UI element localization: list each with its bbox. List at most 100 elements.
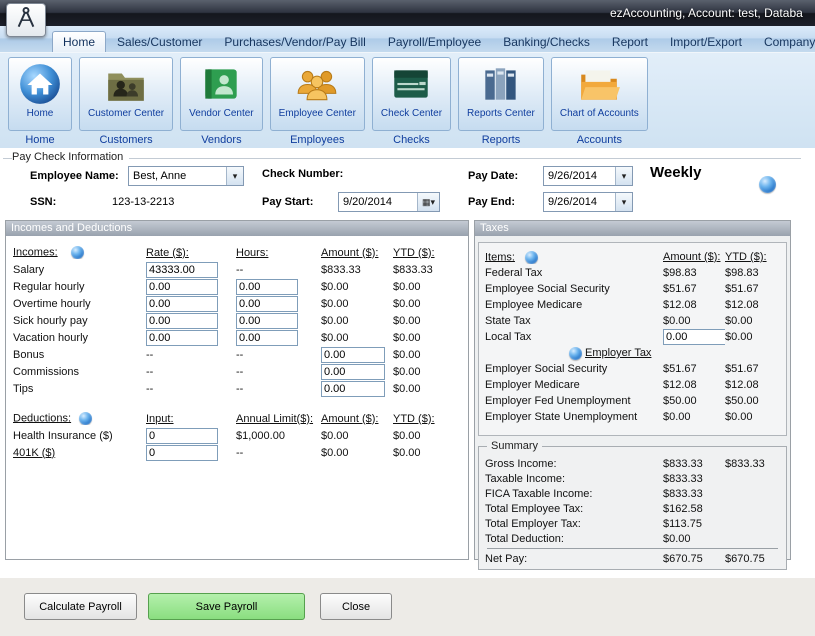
regular-hourly-hours-input[interactable] (236, 279, 298, 295)
row-amount: $0.00 (321, 298, 393, 310)
ytd-header: YTD ($): (393, 247, 468, 259)
checks-label: Checks (393, 134, 430, 146)
row-label: 401K ($) (13, 447, 146, 459)
local-tax-input[interactable] (663, 329, 725, 345)
row-hours: -- (236, 349, 321, 361)
home-label: Home (25, 134, 54, 146)
tax-row-employee-social-security: Employee Social Security $51.67 $51.67 (485, 281, 786, 297)
save-payroll-button[interactable]: Save Payroll (148, 593, 305, 620)
row-amount: $670.75 (663, 553, 725, 565)
row-ytd: $0.00 (725, 331, 786, 343)
summary-row-total-employer-tax: Total Employer Tax: $113.75 (485, 516, 786, 531)
bonus-amount-input[interactable] (321, 347, 385, 363)
check-number-input[interactable] (352, 166, 447, 186)
employee-center-button[interactable]: Employee Center (270, 57, 365, 131)
close-button[interactable]: Close (320, 593, 392, 620)
tab-banking-checks[interactable]: Banking/Checks (492, 31, 601, 52)
row-ytd: $51.67 (725, 363, 786, 375)
vendor-center-button[interactable]: Vendor Center (180, 57, 263, 131)
check-number-label: Check Number: (262, 168, 343, 180)
tool-caption: Employee Center (279, 108, 356, 119)
row-label: Employer Fed Unemployment (485, 395, 663, 407)
tab-import-export[interactable]: Import/Export (659, 31, 753, 52)
row-rate: -- (146, 349, 236, 361)
row-label: Total Employee Tax: (485, 503, 663, 515)
ssn-label: SSN: (30, 196, 56, 208)
customers-label: Customers (99, 134, 152, 146)
row-label: Overtime hourly (13, 298, 146, 310)
row-label: Regular hourly (13, 281, 146, 293)
chevron-down-icon: ▾ (615, 193, 632, 211)
tax-row-local: Local Tax $0.00 (485, 329, 786, 345)
row-limit: $1,000.00 (236, 430, 321, 442)
vacation-hourly-rate-input[interactable] (146, 330, 218, 346)
pay-date-select[interactable]: 9/26/2014 ▾ (543, 166, 633, 186)
salary-rate-input[interactable] (146, 262, 218, 278)
tab-purchases-vendor-pay-bill[interactable]: Purchases/Vendor/Pay Bill (213, 31, 376, 52)
taxes-help-globe-icon[interactable] (525, 251, 538, 264)
employer-tax-help-globe-icon[interactable] (569, 347, 582, 360)
pay-start-datepicker[interactable]: 9/20/2014 ▦▾ (338, 192, 440, 212)
sick-hourly-rate-input[interactable] (146, 313, 218, 329)
vacation-hourly-hours-input[interactable] (236, 330, 298, 346)
app-logo-button[interactable] (6, 3, 46, 37)
commissions-amount-input[interactable] (321, 364, 385, 380)
overtime-hourly-rate-input[interactable] (146, 296, 218, 312)
income-row-regular-hourly: Regular hourly $0.00 $0.00 (13, 278, 468, 295)
chart-of-accounts-button[interactable]: Chart of Accounts (551, 57, 648, 131)
taxes-panel: Taxes Items: Amount ($): YTD ($): Federa… (474, 220, 791, 560)
employee-name-select[interactable]: Best, Anne ▾ (128, 166, 244, 186)
tab-home[interactable]: Home (52, 31, 106, 52)
pay-end-select[interactable]: 9/26/2014 ▾ (543, 192, 633, 212)
tips-amount-input[interactable] (321, 381, 385, 397)
row-label: Employer State Unemployment (485, 411, 663, 423)
income-row-commissions: Commissions -- -- $0.00 (13, 363, 468, 380)
salary-hours: -- (236, 264, 321, 276)
employee-name-value: Best, Anne (129, 170, 226, 182)
deductions-help-globe-icon[interactable] (79, 412, 92, 425)
tab-report[interactable]: Report (601, 31, 659, 52)
paycheck-section-title: Pay Check Information (12, 151, 129, 163)
sick-hourly-hours-input[interactable] (236, 313, 298, 329)
main-toolbar: Home Home Customer Center Customers (0, 52, 815, 148)
row-amount: $12.08 (663, 379, 725, 391)
row-label: Employee Social Security (485, 283, 663, 295)
row-ytd: $0.00 (393, 315, 468, 327)
summary-row-net-pay: Net Pay: $670.75 $670.75 (485, 551, 786, 566)
row-label: Bonus (13, 349, 146, 361)
401k-input[interactable] (146, 445, 218, 461)
reports-center-button[interactable]: Reports Center (458, 57, 544, 131)
incomes-help-globe-icon[interactable] (71, 246, 84, 259)
tab-company[interactable]: Company (753, 31, 815, 52)
employer-tax-header: Employer Tax (585, 347, 651, 359)
customer-center-button[interactable]: Customer Center (79, 57, 173, 131)
regular-hourly-rate-input[interactable] (146, 279, 218, 295)
row-limit: -- (236, 447, 321, 459)
row-amount: $833.33 (663, 488, 725, 500)
home-button[interactable]: Home (8, 57, 72, 131)
summary-title: Summary (487, 440, 542, 452)
row-ytd: $0.00 (393, 298, 468, 310)
row-amount: $98.83 (663, 267, 725, 279)
row-ytd: $98.83 (725, 267, 786, 279)
tab-sales-customer[interactable]: Sales/Customer (106, 31, 213, 52)
chevron-down-icon: ▾ (226, 167, 243, 185)
check-center-button[interactable]: Check Center (372, 57, 451, 131)
tab-payroll-employee[interactable]: Payroll/Employee (377, 31, 492, 52)
tool-caption: Home (27, 108, 54, 119)
health-insurance-input[interactable] (146, 428, 218, 444)
tool-caption: Check Center (381, 108, 442, 119)
row-ytd: $0.00 (393, 447, 468, 459)
overtime-hourly-hours-input[interactable] (236, 296, 298, 312)
input-header: Input: (146, 413, 236, 425)
row-amount: $0.00 (321, 332, 393, 344)
row-label: Total Employer Tax: (485, 518, 663, 530)
tool-caption: Chart of Accounts (560, 108, 639, 119)
employer-tax-section-row: Employer Tax (485, 345, 786, 361)
row-label: Employee Medicare (485, 299, 663, 311)
row-label: Employer Social Security (485, 363, 663, 375)
help-globe-icon[interactable] (759, 176, 776, 193)
tax-ytd-header: YTD ($): (725, 251, 786, 263)
calculate-payroll-button[interactable]: Calculate Payroll (24, 593, 137, 620)
income-row-tips: Tips -- -- $0.00 (13, 380, 468, 397)
